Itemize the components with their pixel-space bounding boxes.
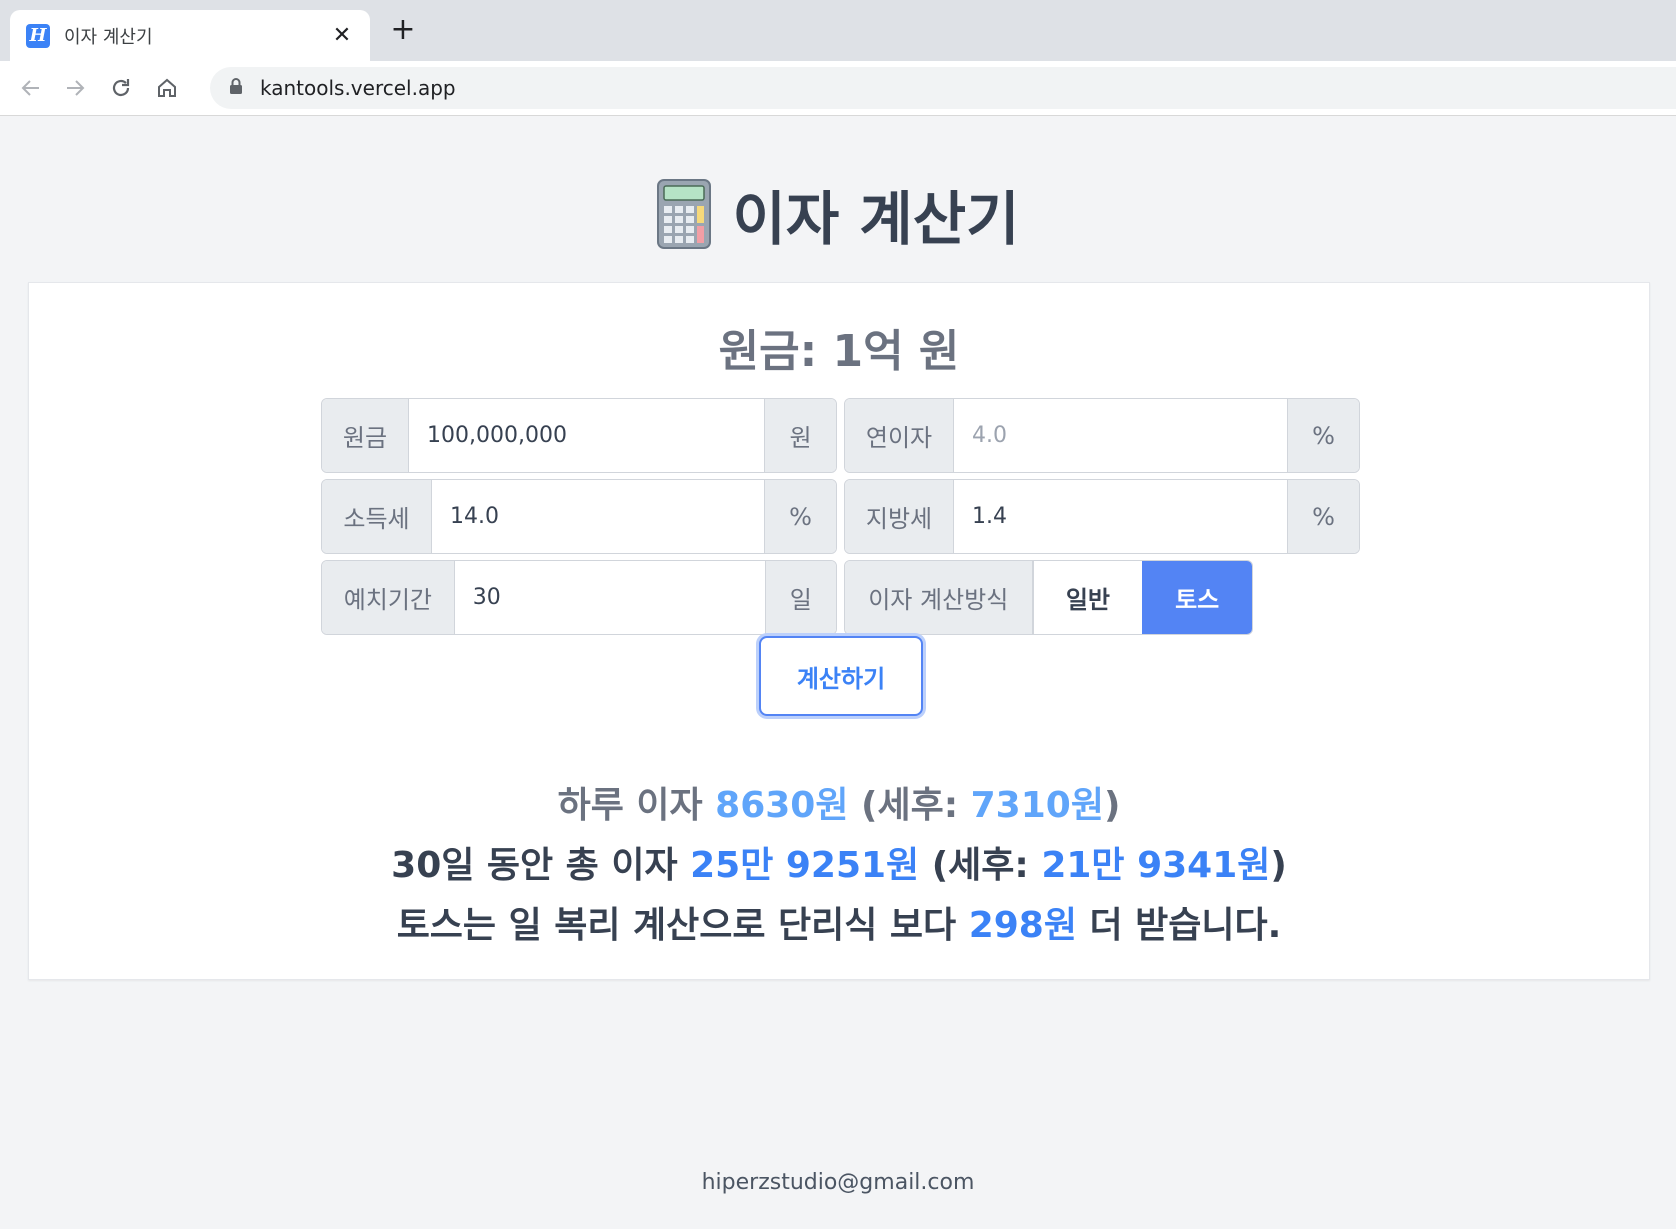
lock-icon — [228, 77, 244, 99]
period-unit: 일 — [764, 561, 836, 634]
annual-rate-input[interactable] — [954, 399, 1287, 472]
diff-prefix: 토스는 일 복리 계산으로 단리식 보다 — [396, 905, 969, 946]
url-text: kantools.vercel.app — [260, 76, 456, 100]
total-interest-line: 30일 동안 총 이자 25만 9251원 (세후: 21만 9341원) — [29, 836, 1649, 888]
daily-mid: (세후: — [848, 785, 971, 826]
browser-tab[interactable]: H 이자 계산기 ✕ — [10, 10, 370, 61]
home-icon[interactable] — [150, 71, 184, 105]
local-tax-label: 지방세 — [845, 480, 954, 553]
annual-rate-label: 연이자 — [845, 399, 954, 472]
diff-value: 298원 — [968, 905, 1077, 946]
calculator-icon — [656, 179, 711, 249]
tab-title: 이자 계산기 — [64, 26, 153, 48]
local-tax-unit: % — [1287, 480, 1359, 553]
tab-bar: H 이자 계산기 ✕ + — [0, 0, 1676, 61]
principal-group: 원금 원 — [321, 398, 837, 473]
income-tax-input[interactable] — [432, 480, 764, 553]
total-mid: (세후: — [919, 845, 1042, 886]
method-toss-button[interactable]: 토스 — [1142, 561, 1252, 634]
browser-toolbar: kantools.vercel.app — [0, 61, 1676, 116]
principal-unit: 원 — [764, 399, 836, 472]
daily-interest-value: 8630원 — [715, 785, 849, 826]
page-title-text: 이자 계산기 — [732, 185, 1020, 253]
period-input[interactable] — [454, 561, 765, 634]
income-tax-group: 소득세 % — [321, 479, 837, 554]
calculate-button[interactable]: 계산하기 — [759, 636, 923, 716]
method-normal-button[interactable]: 일반 — [1032, 561, 1143, 634]
principal-input[interactable] — [409, 399, 764, 472]
income-tax-label: 소득세 — [322, 480, 432, 553]
method-group: 이자 계산방식 일반 토스 — [844, 560, 1253, 635]
principal-label: 원금 — [322, 399, 409, 472]
daily-interest-line: 하루 이자 8630원 (세후: 7310원) — [29, 776, 1649, 828]
compound-diff-line: 토스는 일 복리 계산으로 단리식 보다 298원 더 받습니다. — [29, 896, 1649, 948]
annual-rate-group: 연이자 % — [844, 398, 1360, 473]
total-after-tax-value: 21만 9341원 — [1041, 845, 1271, 886]
total-prefix: 30일 동안 총 이자 — [391, 845, 691, 886]
reload-icon[interactable] — [104, 71, 138, 105]
income-tax-unit: % — [764, 480, 836, 553]
principal-summary: 원금: 1억 원 — [718, 326, 960, 377]
diff-suffix: 더 받습니다. — [1076, 905, 1282, 946]
annual-rate-unit: % — [1287, 399, 1359, 472]
total-suffix: ) — [1270, 845, 1287, 886]
daily-prefix: 하루 이자 — [557, 785, 716, 826]
page-title: 이자 계산기 — [0, 172, 1676, 256]
address-bar[interactable]: kantools.vercel.app — [210, 67, 1676, 109]
daily-after-tax-value: 7310원 — [970, 785, 1104, 826]
total-interest-value: 25만 9251원 — [690, 845, 920, 886]
local-tax-group: 지방세 % — [844, 479, 1360, 554]
favicon-icon: H — [26, 23, 50, 48]
period-label: 예치기간 — [322, 561, 455, 634]
forward-icon[interactable] — [58, 71, 92, 105]
new-tab-icon[interactable]: + — [388, 15, 418, 45]
close-tab-icon[interactable]: ✕ — [330, 23, 354, 48]
daily-suffix: ) — [1103, 785, 1121, 826]
local-tax-input[interactable] — [954, 480, 1287, 553]
calculator-card: 원금: 1억 원 원금 원 연이자 % 소득세 % 지방세 % 예치기간 일 이… — [28, 282, 1650, 980]
footer-email: hiperzstudio@gmail.com — [701, 1170, 975, 1195]
back-icon[interactable] — [14, 71, 48, 105]
period-group: 예치기간 일 — [321, 560, 837, 635]
method-label: 이자 계산방식 — [845, 561, 1033, 634]
